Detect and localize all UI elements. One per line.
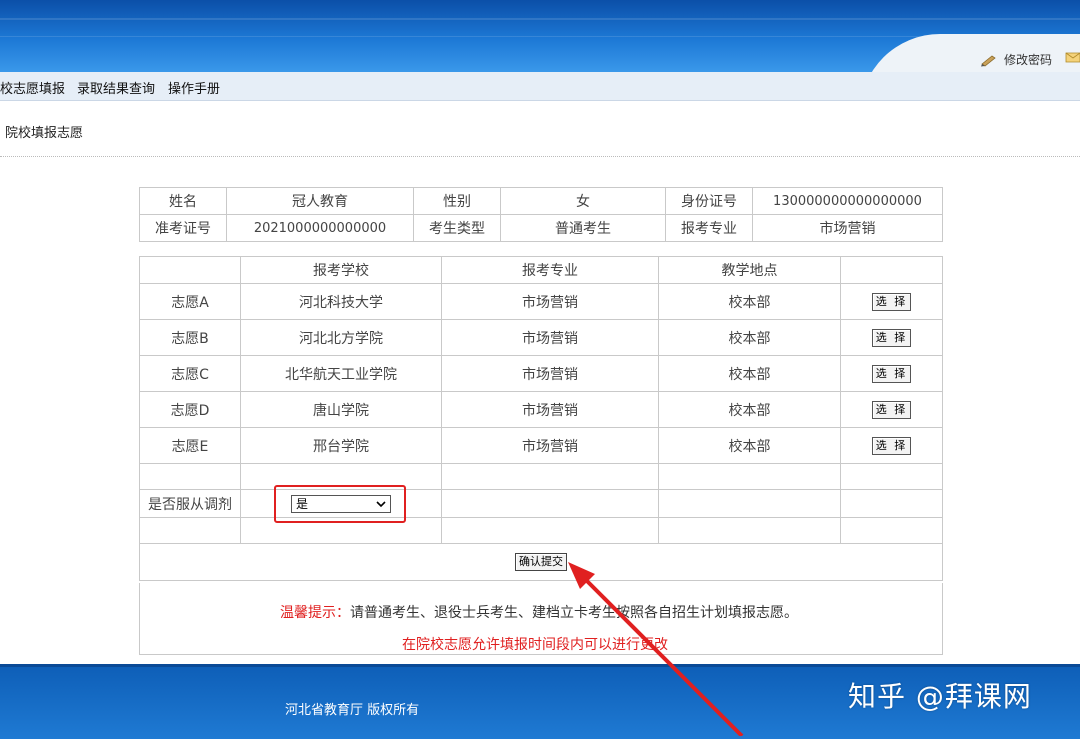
edit-note: 在院校志愿允许填报时间段内可以进行更改: [402, 637, 668, 653]
select-cell: 选 择: [840, 427, 943, 464]
empty-cell: [840, 517, 943, 544]
choice-major: 市场营销: [441, 427, 659, 464]
choice-campus: 校本部: [658, 427, 841, 464]
footer: 河北省教育厅 版权所有 知乎 @拜课网: [0, 664, 1080, 739]
id-label: 身份证号: [665, 187, 753, 215]
empty-cell: [840, 463, 943, 490]
choices-table: 报考学校 报考专业 教学地点 志愿A 河北科技大学 市场营销 校本部 选 择 志…: [139, 256, 943, 581]
column-header: 报考学校: [240, 256, 442, 284]
choice-label: 志愿B: [139, 319, 241, 356]
table-header-row: 报考学校 报考专业 教学地点: [139, 256, 943, 284]
tip-label: 温馨提示：: [280, 605, 350, 621]
type-label: 考生类型: [413, 214, 501, 242]
envelope-icon[interactable]: [1064, 50, 1080, 64]
exam-no-value: 2021000000000000: [226, 214, 414, 242]
choice-school: 北华航天工业学院: [240, 355, 442, 392]
highlight-box: [274, 485, 406, 523]
major-value: 市场营销: [752, 214, 943, 242]
choice-campus: 校本部: [658, 355, 841, 392]
choice-major: 市场营销: [441, 283, 659, 320]
header-stripe: [0, 18, 1080, 20]
choice-school: 唐山学院: [240, 391, 442, 428]
select-button[interactable]: 选 择: [871, 436, 912, 455]
page-title: 院校填报志愿: [5, 126, 84, 141]
select-cell: 选 择: [840, 355, 943, 392]
student-info-table: 姓名 冠人教育 性别 女 身份证号 130000000000000000 准考证…: [139, 187, 943, 242]
empty-cell: [441, 489, 659, 518]
choice-school: 河北北方学院: [240, 319, 442, 356]
empty-cell: [658, 489, 841, 518]
tiaoji-label: 是否服从调剂: [139, 489, 241, 518]
empty-cell: [139, 517, 241, 544]
column-header: 报考专业: [441, 256, 659, 284]
tiaoji-row: 是否服从调剂 是: [139, 489, 943, 518]
choice-major: 市场营销: [441, 391, 659, 428]
blank-row: [139, 517, 943, 544]
submit-button[interactable]: 确认提交: [515, 553, 567, 571]
nav-item-volunteer[interactable]: 校志愿填报: [0, 78, 65, 97]
nav-item-manual[interactable]: 操作手册: [168, 78, 220, 97]
major-label: 报考专业: [665, 214, 753, 242]
column-header: 教学地点: [658, 256, 841, 284]
choice-label: 志愿A: [139, 283, 241, 320]
notes-panel: 温馨提示：请普通考生、退役士兵考生、建档立卡考生按照各自招生计划填报志愿。 在院…: [139, 583, 943, 655]
choice-campus: 校本部: [658, 391, 841, 428]
select-button[interactable]: 选 择: [871, 292, 912, 311]
type-value: 普通考生: [500, 214, 666, 242]
choice-major: 市场营销: [441, 355, 659, 392]
nav-item-results[interactable]: 录取结果查询: [77, 78, 155, 97]
pencil-icon: [981, 55, 996, 66]
empty-cell: [840, 489, 943, 518]
select-cell: 选 择: [840, 283, 943, 320]
choice-school: 邢台学院: [240, 427, 442, 464]
name-value: 冠人教育: [226, 187, 414, 215]
choice-major: 市场营销: [441, 319, 659, 356]
gender-value: 女: [500, 187, 666, 215]
submit-row: 确认提交: [139, 543, 943, 581]
table-row: 志愿C 北华航天工业学院 市场营销 校本部 选 择: [139, 355, 943, 392]
table-row: 志愿E 邢台学院 市场营销 校本部 选 择: [139, 427, 943, 464]
table-row: 志愿B 河北北方学院 市场营销 校本部 选 择: [139, 319, 943, 356]
exam-no-label: 准考证号: [139, 214, 227, 242]
column-header: [840, 256, 943, 284]
select-cell: 选 择: [840, 391, 943, 428]
tip-text: 温馨提示：请普通考生、退役士兵考生、建档立卡考生按照各自招生计划填报志愿。: [280, 602, 798, 622]
submit-cell: 确认提交: [139, 543, 943, 581]
divider: [0, 156, 1080, 157]
table-row: 志愿D 唐山学院 市场营销 校本部 选 择: [139, 391, 943, 428]
select-button[interactable]: 选 择: [871, 400, 912, 419]
choice-school: 河北科技大学: [240, 283, 442, 320]
name-label: 姓名: [139, 187, 227, 215]
select-button[interactable]: 选 择: [871, 364, 912, 383]
choice-label: 志愿C: [139, 355, 241, 392]
choice-campus: 校本部: [658, 319, 841, 356]
empty-cell: [441, 517, 659, 544]
column-header: [139, 256, 241, 284]
copyright-text: 河北省教育厅 版权所有: [285, 703, 420, 718]
choice-campus: 校本部: [658, 283, 841, 320]
choice-label: 志愿E: [139, 427, 241, 464]
change-password-label: 修改密码: [1004, 53, 1053, 67]
gender-label: 性别: [413, 187, 501, 215]
empty-cell: [139, 463, 241, 490]
select-cell: 选 择: [840, 319, 943, 356]
empty-cell: [658, 517, 841, 544]
empty-cell: [441, 463, 659, 490]
select-button[interactable]: 选 择: [871, 328, 912, 347]
table-row: 志愿A 河北科技大学 市场营销 校本部 选 择: [139, 283, 943, 320]
header-banner: 修改密码: [0, 0, 1080, 72]
change-password-link[interactable]: 修改密码: [980, 51, 1052, 68]
blank-row: [139, 463, 943, 490]
empty-cell: [658, 463, 841, 490]
top-nav: 校志愿填报 录取结果查询 操作手册: [0, 72, 1080, 101]
id-value: 130000000000000000: [752, 187, 943, 215]
tip-body: 请普通考生、退役士兵考生、建档立卡考生按照各自招生计划填报志愿。: [350, 605, 798, 621]
choice-label: 志愿D: [139, 391, 241, 428]
watermark-text: 知乎 @拜课网: [848, 680, 1032, 713]
